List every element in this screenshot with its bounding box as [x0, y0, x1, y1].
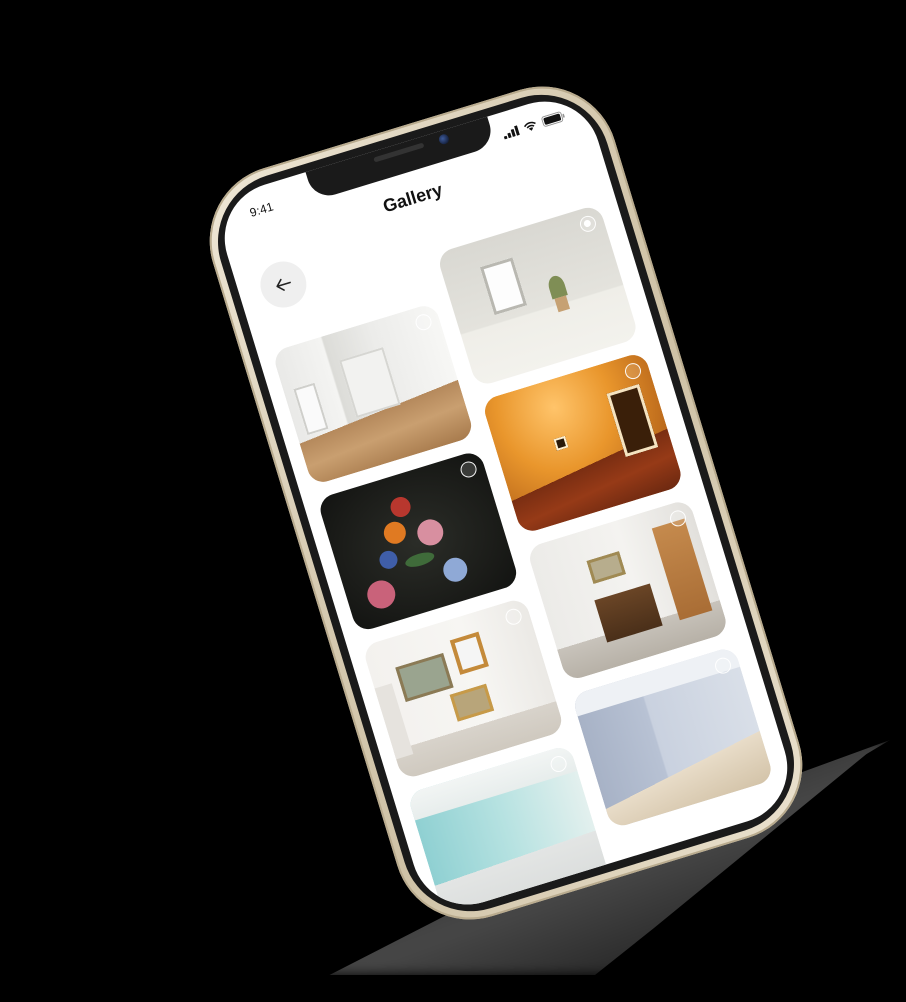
photo-flowers-painting[interactable]: [316, 449, 521, 634]
cabinet-shape: [594, 583, 663, 643]
painting-frame: [395, 652, 454, 702]
wifi-icon: [523, 121, 536, 131]
flower-shape: [377, 548, 400, 572]
select-circle[interactable]: [503, 606, 524, 627]
stage: 9:41 Gallery: [0, 0, 906, 1002]
flower-shape: [388, 494, 414, 520]
painting-frame: [449, 683, 495, 722]
photo-door-shape: [339, 347, 401, 418]
flower-shape: [363, 576, 399, 612]
leaf-shape: [403, 549, 436, 570]
doorway-shape: [606, 383, 659, 457]
photo-hallway[interactable]: [526, 498, 730, 682]
pot-shape: [554, 295, 571, 313]
photo-white-room[interactable]: [271, 302, 476, 486]
select-circle[interactable]: [622, 361, 643, 382]
photo-gallery-wall[interactable]: [361, 596, 566, 781]
photo-window-shape: [293, 382, 329, 436]
select-circle-selected[interactable]: [577, 213, 598, 234]
flower-shape: [414, 516, 447, 549]
photo-window-shape: [479, 257, 528, 316]
photo-bright-room[interactable]: [436, 203, 640, 388]
arrow-left-icon: [276, 278, 291, 291]
mirror-shape: [586, 551, 627, 584]
flower-shape: [381, 519, 409, 547]
painting-frame: [449, 631, 489, 675]
cellular-signal-icon: [503, 124, 520, 139]
photo-orange-room[interactable]: [481, 351, 685, 535]
photo-grid: [260, 203, 791, 919]
wall-vent-shape: [553, 435, 569, 451]
battery-icon: [541, 111, 565, 127]
status-time: 9:41: [248, 199, 276, 220]
door-shape: [651, 518, 713, 621]
status-icons: [501, 110, 566, 140]
select-circle[interactable]: [413, 312, 434, 333]
phone-device: 9:41 Gallery: [190, 67, 822, 939]
photo-blue-room[interactable]: [571, 645, 775, 830]
flower-shape: [440, 554, 471, 585]
select-circle[interactable]: [458, 459, 479, 480]
